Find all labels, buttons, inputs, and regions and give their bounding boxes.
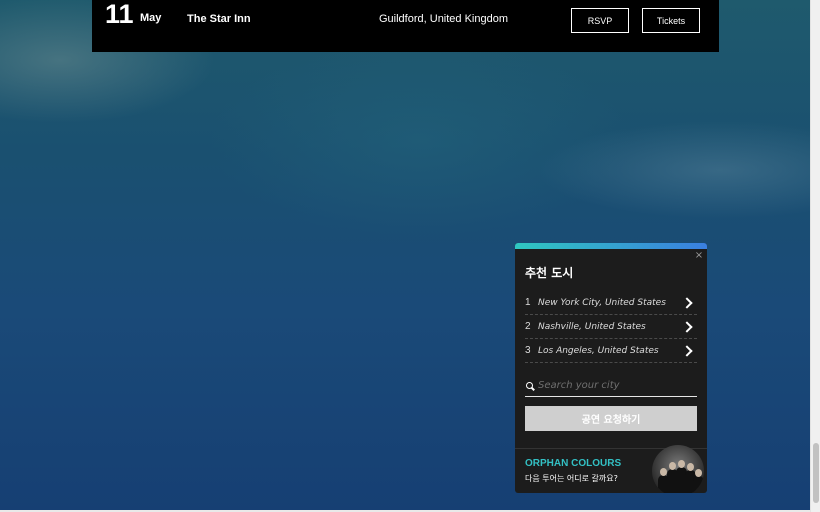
artist-prompt: 다음 투어는 어디로 갈까요?: [525, 474, 618, 483]
scrollbar-thumb[interactable]: [813, 443, 819, 503]
band-member: [693, 469, 704, 493]
city-rank: 1: [525, 297, 531, 308]
page-scrollbar[interactable]: [810, 0, 820, 512]
city-list: 1 New York City, United States 2 Nashvil…: [525, 291, 697, 363]
widget-title: 추천 도시: [525, 266, 574, 280]
city-item-3[interactable]: 3 Los Angeles, United States: [525, 339, 697, 363]
widget-accent-bar: [515, 243, 707, 249]
tour-month: May: [140, 12, 162, 24]
search-input[interactable]: [537, 380, 697, 391]
chevron-right-icon: [681, 320, 693, 333]
artist-name: ORPHAN COLOURS: [525, 458, 622, 469]
tour-venue: The Star Inn: [187, 13, 251, 25]
tickets-button[interactable]: Tickets: [642, 8, 700, 33]
tour-location: Guildford, United Kingdom: [379, 13, 509, 25]
city-item-1[interactable]: 1 New York City, United States: [525, 291, 697, 315]
city-item-2[interactable]: 2 Nashville, United States: [525, 315, 697, 339]
band-photo: [652, 445, 704, 493]
tour-date-row: 11 May The Star Inn Guildford, United Ki…: [92, 0, 719, 52]
city-rank: 2: [525, 321, 531, 332]
city-search: [525, 375, 697, 397]
search-icon: [525, 380, 537, 392]
city-name: New York City, United States: [538, 297, 666, 308]
chevron-right-icon: [681, 344, 693, 357]
city-rank: 3: [525, 345, 531, 356]
city-name: Nashville, United States: [538, 321, 646, 332]
city-name: Los Angeles, United States: [538, 345, 659, 356]
close-icon[interactable]: ×: [694, 251, 704, 261]
chevron-right-icon: [681, 296, 693, 309]
rsvp-button[interactable]: RSVP: [571, 8, 629, 33]
tour-day: 11: [105, 0, 134, 29]
request-show-button[interactable]: 공연 요청하기: [525, 406, 697, 431]
recommended-cities-widget: × 추천 도시 1 New York City, United States 2…: [515, 243, 707, 493]
